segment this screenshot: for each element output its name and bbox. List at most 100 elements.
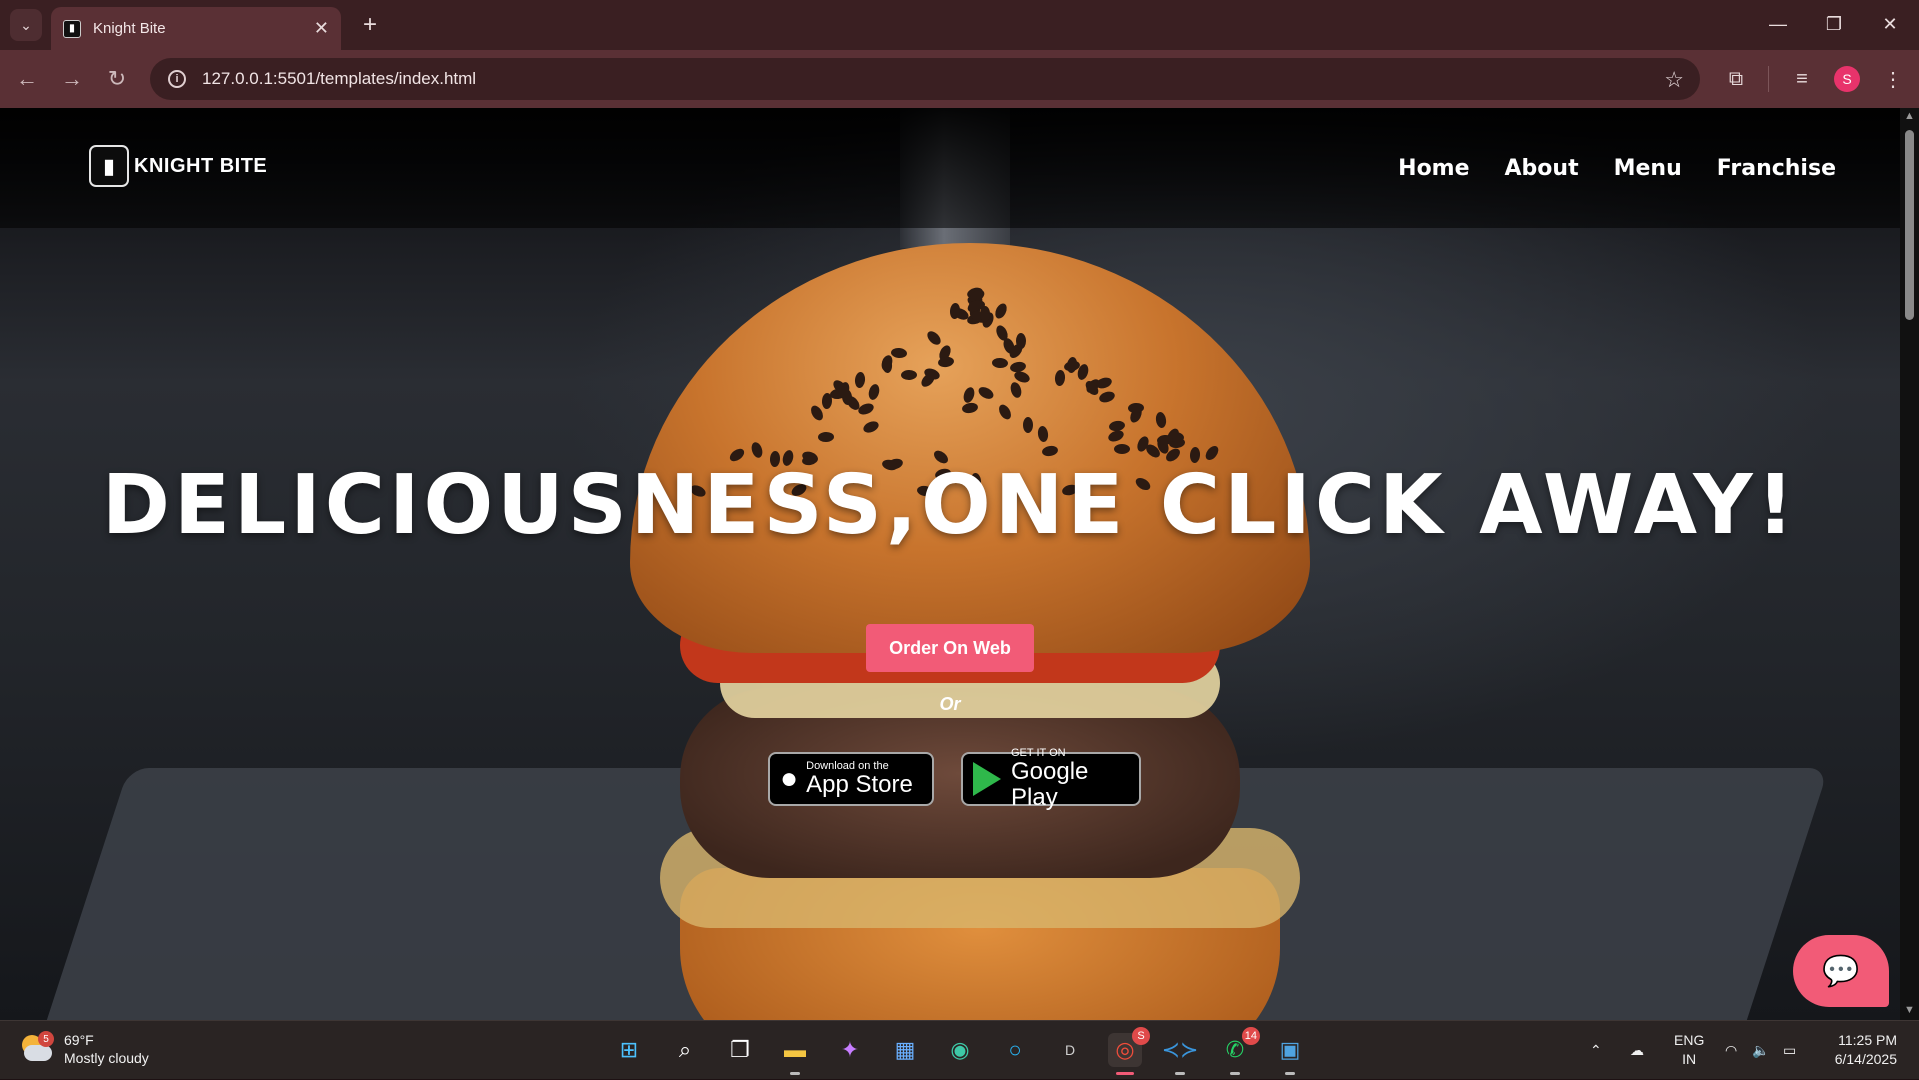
app-d-icon[interactable]: D xyxy=(1053,1033,1087,1067)
hero-title: DELICIOUSNESS,ONE CLICK AWAY! xyxy=(101,458,1799,553)
weather-widget[interactable]: 5 69°F Mostly cloudy xyxy=(22,1031,149,1067)
google-play-badge[interactable]: GET IT ON Google Play xyxy=(961,747,1141,811)
extensions-icon[interactable]: ⧉ xyxy=(1719,62,1753,96)
site-info-icon[interactable]: i xyxy=(168,70,186,88)
language-indicator[interactable]: ENG IN xyxy=(1674,1031,1704,1069)
nav-link-menu[interactable]: Menu xyxy=(1614,156,1682,181)
sesame-seed xyxy=(1097,389,1117,405)
profile-avatar[interactable]: S xyxy=(1834,66,1860,92)
bookmark-star-icon[interactable]: ☆ xyxy=(1664,67,1684,93)
url-text[interactable]: 127.0.0.1:5501/templates/index.html xyxy=(202,69,476,89)
sesame-seed xyxy=(979,305,991,322)
minimize-button[interactable]: — xyxy=(1758,8,1798,40)
clock-date: 6/14/2025 xyxy=(1834,1051,1897,1067)
google-play-logo-icon xyxy=(973,762,1001,796)
weather-cloudy-icon: 5 xyxy=(22,1031,54,1063)
nav-link-franchise[interactable]: Franchise xyxy=(1717,156,1836,181)
scroll-up-arrow-icon[interactable]: ▲ xyxy=(1904,110,1915,122)
sesame-seed xyxy=(1155,411,1168,430)
apple-logo-icon: ● xyxy=(780,762,799,795)
sesame-seed xyxy=(924,328,944,347)
windows-taskbar: 5 69°F Mostly cloudy ⊞ ⌕ ❐ ▬ ✦ ▦ ◉ ○ D ◎… xyxy=(0,1020,1919,1079)
reload-button[interactable]: ↻ xyxy=(100,62,134,96)
photos-icon[interactable]: ▣ xyxy=(1273,1033,1307,1075)
address-bar[interactable]: i 127.0.0.1:5501/templates/index.html ☆ xyxy=(150,58,1700,100)
sesame-seed xyxy=(861,418,881,435)
wifi-icon[interactable]: ◠ xyxy=(1725,1021,1737,1080)
cortana-icon[interactable]: ○ xyxy=(998,1033,1032,1067)
copilot-icon[interactable]: ✦ xyxy=(833,1033,867,1067)
sesame-seed xyxy=(817,431,835,442)
page-scrollbar[interactable]: ▲ ▼ xyxy=(1900,108,1919,1020)
browser-menu-icon[interactable]: ⋮ xyxy=(1876,62,1910,96)
search-icon[interactable]: ⌕ xyxy=(668,1033,702,1067)
clock-time: 11:25 PM xyxy=(1838,1032,1897,1048)
scroll-thumb[interactable] xyxy=(1905,130,1914,320)
nav-link-about[interactable]: About xyxy=(1505,156,1579,181)
forward-button[interactable]: → xyxy=(55,62,89,96)
back-button[interactable]: ← xyxy=(10,62,44,96)
chat-bubble-icon: 💬 xyxy=(1822,954,1860,988)
chrome-icon[interactable]: ◎ S xyxy=(1108,1027,1150,1075)
start-menu-icon[interactable]: ⊞ xyxy=(612,1033,646,1067)
app-store-big-text: App Store xyxy=(806,771,913,798)
tab-close-icon[interactable]: ✕ xyxy=(314,18,329,39)
new-tab-button[interactable]: + xyxy=(355,10,385,40)
burger-top-bun-image xyxy=(630,243,1310,653)
weather-description: Mostly cloudy xyxy=(64,1050,149,1066)
google-play-big-text: Google Play xyxy=(1011,758,1089,811)
sesame-seed xyxy=(1065,356,1079,374)
or-divider-text: Or xyxy=(939,694,961,714)
sesame-seed xyxy=(1008,380,1024,399)
site-logo[interactable]: ▮ KNIGHT BITE xyxy=(89,145,267,187)
scroll-down-arrow-icon[interactable]: ▼ xyxy=(1904,1004,1915,1016)
media-control-icon[interactable]: ≡ xyxy=(1785,62,1819,96)
sesame-seed xyxy=(1036,424,1049,443)
sesame-seed xyxy=(867,383,882,402)
site-navigation: Home About Menu Franchise xyxy=(1398,156,1836,181)
battery-icon[interactable]: ▭ xyxy=(1783,1021,1796,1080)
tab-strip: ⌄ ▮ Knight Bite ✕ + — ❐ ✕ xyxy=(0,0,1919,50)
microsoft-store-icon[interactable]: ▦ xyxy=(888,1033,922,1067)
edge-browser-icon[interactable]: ◉ xyxy=(943,1033,977,1067)
brand-name: KNIGHT BITE xyxy=(134,154,268,177)
language-bottom: IN xyxy=(1682,1051,1697,1067)
weather-badge: 5 xyxy=(38,1031,54,1047)
weather-temperature: 69°F xyxy=(64,1032,94,1048)
sesame-seed xyxy=(1016,333,1027,350)
language-top: ENG xyxy=(1674,1032,1705,1048)
order-on-web-button[interactable]: Order On Web xyxy=(866,624,1034,672)
sesame-seed xyxy=(1054,369,1066,387)
whatsapp-icon[interactable]: ✆ 14 xyxy=(1218,1027,1260,1075)
tab-knight-bite[interactable]: ▮ Knight Bite ✕ xyxy=(51,7,341,50)
sesame-seed xyxy=(1107,428,1126,444)
task-view-icon[interactable]: ❐ xyxy=(723,1033,757,1067)
logo-icon: ▮ xyxy=(89,145,129,187)
tab-title: Knight Bite xyxy=(93,20,166,37)
volume-icon[interactable]: 🔈 xyxy=(1752,1021,1769,1080)
nav-link-home[interactable]: Home xyxy=(1398,156,1469,181)
app-store-badge[interactable]: ● Download on the App Store xyxy=(768,752,934,806)
sesame-seed xyxy=(962,385,977,405)
site-favicon-icon: ▮ xyxy=(63,19,81,38)
restore-button[interactable]: ❐ xyxy=(1814,8,1854,40)
sesame-seed xyxy=(961,401,979,415)
sesame-seed xyxy=(879,354,894,373)
close-window-button[interactable]: ✕ xyxy=(1870,8,1910,40)
sesame-seed xyxy=(1023,417,1034,434)
chat-button[interactable]: 💬 xyxy=(1793,935,1889,1007)
system-clock[interactable]: 11:25 PM 6/14/2025 xyxy=(1835,1031,1897,1069)
page-viewport: ▮ KNIGHT BITE Home About Menu Franchise … xyxy=(0,108,1919,1020)
browser-toolbar: ← → ↻ i 127.0.0.1:5501/templates/index.h… xyxy=(0,50,1919,108)
tab-search-button[interactable]: ⌄ xyxy=(10,9,42,41)
file-explorer-icon[interactable]: ▬ xyxy=(778,1033,812,1075)
whatsapp-badge: 14 xyxy=(1241,1027,1260,1045)
chrome-profile-badge: S xyxy=(1132,1027,1150,1045)
vscode-icon[interactable]: ≺≻ xyxy=(1162,1033,1198,1075)
sesame-seed xyxy=(1113,443,1130,454)
sesame-seed xyxy=(996,402,1014,422)
show-hidden-icons-icon[interactable]: ⌃ xyxy=(1590,1021,1602,1080)
sesame-seed xyxy=(993,301,1010,320)
onedrive-cloud-icon[interactable]: ☁ xyxy=(1630,1021,1644,1080)
sesame-seed xyxy=(821,393,832,410)
